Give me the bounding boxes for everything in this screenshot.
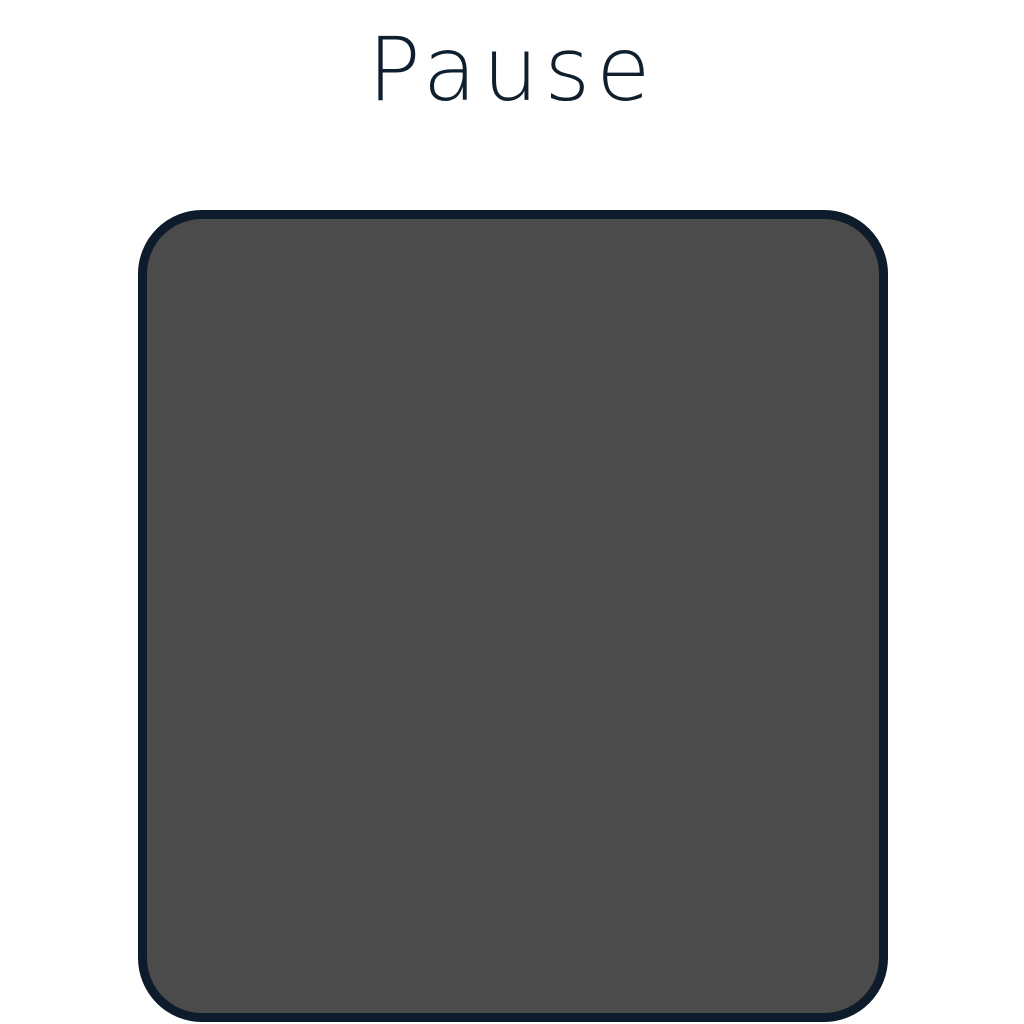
pause-screen: Pause (0, 0, 1024, 1024)
page-title: Pause (367, 18, 657, 121)
pause-tile-button[interactable] (138, 210, 888, 1022)
